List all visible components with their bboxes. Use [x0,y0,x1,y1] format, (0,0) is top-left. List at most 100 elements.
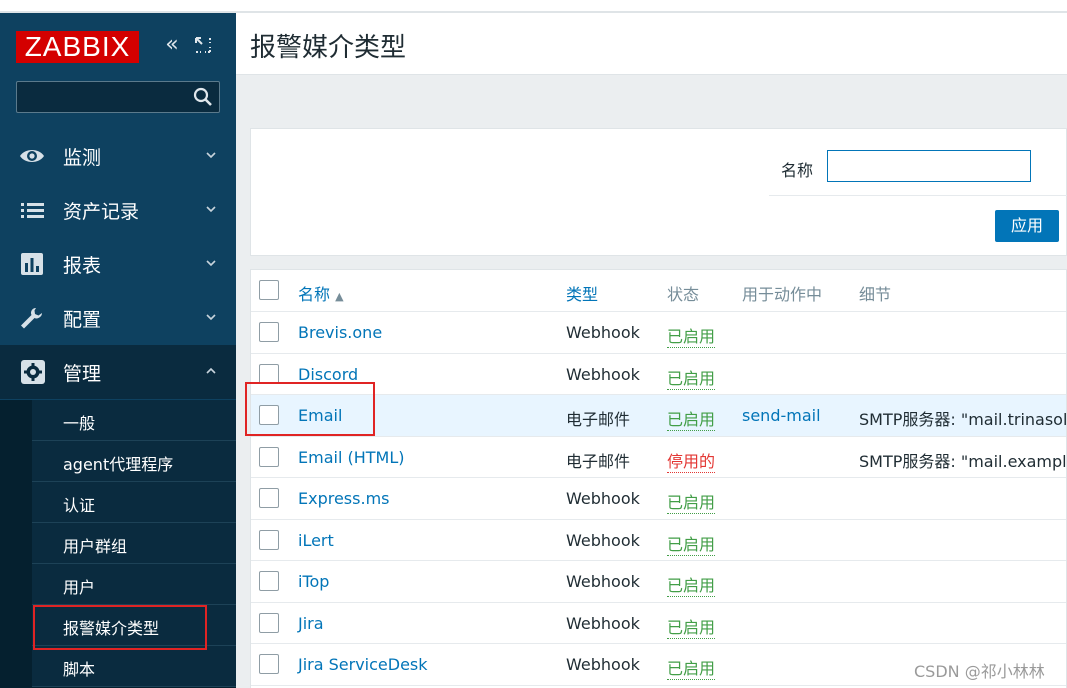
media-type-name-link[interactable]: Brevis.one [298,323,382,342]
column-header-label: 名称 [298,285,331,304]
sidebar: ZABBIX « 监测 资产记录 报表 配置 管理 一般 agent代理程序 认… [0,13,236,688]
zabbix-logo[interactable]: ZABBIX [16,31,139,63]
row-checkbox[interactable] [259,571,279,591]
media-type-name-link[interactable]: Express.ms [298,489,389,508]
select-all-checkbox[interactable] [259,280,279,300]
media-type-type: 电子邮件 [566,410,631,429]
media-type-type: Webhook [566,530,640,550]
sort-asc-icon: ▲ [335,290,344,303]
double-chevron-left-icon[interactable]: « [160,33,184,57]
column-header-status: 状态 [667,285,700,304]
top-border [0,0,1067,13]
action-link[interactable]: send-mail [742,406,821,425]
row-checkbox[interactable] [259,322,279,342]
status-toggle-link[interactable]: 已启用 [667,572,716,597]
submenu-label: 认证 [63,496,96,515]
media-type-name-link[interactable]: Jira [298,614,324,633]
submenu-item-user-groups[interactable]: 用户群组 [32,523,236,564]
submenu-label: 用户群组 [63,537,128,556]
media-type-name-link[interactable]: Email (HTML) [298,448,404,467]
menu-label: 监测 [63,147,102,169]
media-type-type: Webhook [566,655,640,674]
media-types-table: 名称 ▲ 类型 状态 用于动作中 细节 Brevis.one Webhook 已… [250,269,1067,688]
table-row: Express.ms Webhook 已启用 [251,478,1066,520]
row-checkbox[interactable] [259,446,279,467]
status-toggle-link[interactable]: 已启用 [667,406,716,431]
row-checkbox[interactable] [259,529,279,550]
menu-label: 配置 [63,309,102,331]
media-type-details: SMTP服务器: "mail.example.c [859,451,1067,471]
media-type-type: Webhook [566,489,640,508]
media-type-type: 电子邮件 [566,451,631,471]
chevron-down-icon [206,152,216,159]
row-checkbox[interactable] [259,612,279,633]
page-header: 报警媒介类型 [236,13,1067,75]
status-toggle-link[interactable]: 已启用 [667,531,716,556]
status-toggle-link[interactable]: 已启用 [667,489,716,514]
chevron-down-icon [206,314,216,321]
menu-configuration[interactable]: 配置 [0,291,236,345]
submenu-item-authentication[interactable]: 认证 [32,482,236,523]
search-icon[interactable] [193,87,213,107]
table-row: iTop Webhook 已启用 [251,561,1066,603]
column-header-details: 细节 [859,285,892,304]
media-type-name-link[interactable]: Jira ServiceDesk [298,655,428,674]
status-toggle-link[interactable]: 已启用 [667,365,716,390]
table-row: iLert Webhook 已启用 [251,520,1066,561]
divider [769,195,1067,196]
expand-icon[interactable] [193,35,213,55]
media-type-name-link[interactable]: Discord [298,365,358,384]
menu-administration[interactable]: 管理 [0,345,236,399]
submenu-label: 一般 [63,414,96,433]
status-toggle-link[interactable]: 已启用 [667,655,716,680]
submenu-label: 用户 [63,578,96,597]
submenu-item-users[interactable]: 用户 [32,564,236,605]
media-type-type: Webhook [566,572,640,591]
table-row: Email (HTML) 电子邮件 停用的 SMTP服务器: "mail.exa… [251,437,1067,478]
menu-inventory[interactable]: 资产记录 [0,183,236,237]
status-toggle-link[interactable]: 停用的 [667,448,716,473]
media-type-details: SMTP服务器: "mail.trinasolar [859,410,1067,429]
column-header-used-in-actions: 用于动作中 [742,285,823,304]
chevron-down-icon [206,206,216,213]
bar-chart-icon [21,253,43,275]
menu-monitoring[interactable]: 监测 [0,129,236,183]
row-checkbox[interactable] [259,488,279,508]
status-toggle-link[interactable]: 已启用 [667,614,716,639]
annotation-highlight-email [245,382,375,436]
chevron-down-icon [206,260,216,267]
chevron-up-icon [206,367,216,374]
column-header-type[interactable]: 类型 [566,281,598,305]
media-type-type: Webhook [566,364,640,384]
submenu-item-general[interactable]: 一般 [32,400,236,441]
media-type-type: Webhook [566,323,640,342]
sidebar-search-input[interactable] [16,81,220,113]
annotation-highlight-media-types [33,605,207,650]
media-type-name-link[interactable]: iTop [298,572,329,591]
menu-label: 管理 [63,363,102,385]
media-type-type: Webhook [566,613,640,633]
column-header-name[interactable]: 名称 ▲ [298,281,344,305]
filter-name-label: 名称 [781,161,814,180]
submenu-item-scripts[interactable]: 脚本 [32,646,236,687]
page-title: 报警媒介类型 [250,33,407,63]
menu-label: 报表 [63,255,102,277]
menu-label: 资产记录 [63,201,140,223]
submenu-item-proxies[interactable]: agent代理程序 [32,441,236,482]
filter-name-input[interactable] [827,150,1031,182]
row-checkbox[interactable] [259,363,279,384]
table-row: Jira Webhook 已启用 [251,603,1066,644]
eye-icon [20,150,44,162]
watermark: CSDN @祁小林林 [914,662,1045,681]
row-checkbox[interactable] [259,654,279,674]
filter-panel: 名称 应用 [250,128,1067,256]
status-toggle-link[interactable]: 已启用 [667,323,716,348]
submenu-label: 脚本 [63,660,96,679]
media-type-name-link[interactable]: iLert [298,531,334,550]
menu-reports[interactable]: 报表 [0,237,236,291]
wrench-icon [21,308,42,329]
table-row: Brevis.one Webhook 已启用 [251,312,1066,354]
apply-button[interactable]: 应用 [995,210,1059,242]
submenu-label: agent代理程序 [63,455,174,474]
gear-icon [21,360,45,384]
